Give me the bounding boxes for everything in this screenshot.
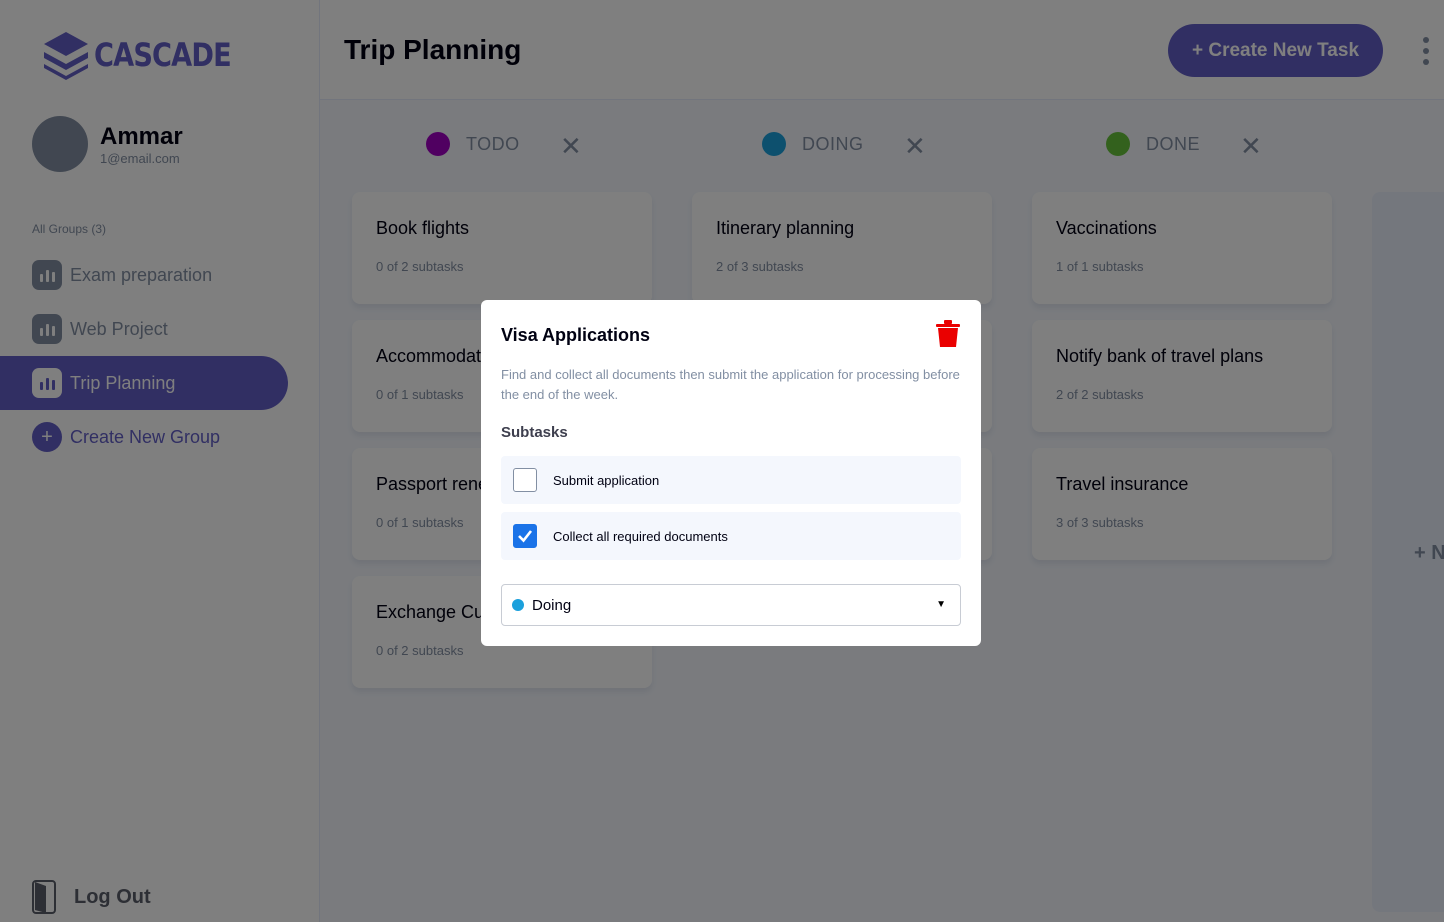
task-detail-modal: Visa Applications Find and collect all d… [481,300,981,646]
chevron-down-icon: ▼ [936,599,946,610]
subtask-label: Collect all required documents [553,528,728,544]
checkmark-icon [518,530,533,543]
status-select[interactable]: Doing ▼ [501,584,961,626]
subtask-checkbox[interactable] [513,468,537,492]
status-value: Doing [532,596,572,614]
subtask-label: Submit application [553,472,660,488]
subtask-item[interactable]: Submit application [501,456,961,504]
subtask-item[interactable]: Collect all required documents [501,512,961,560]
modal-description: Find and collect all documents then subm… [501,367,960,402]
trash-icon[interactable] [935,320,961,348]
subtasks-heading: Subtasks [501,424,568,441]
subtask-checkbox[interactable] [513,524,537,548]
modal-title: Visa Applications [501,325,651,345]
status-dot [512,599,524,611]
